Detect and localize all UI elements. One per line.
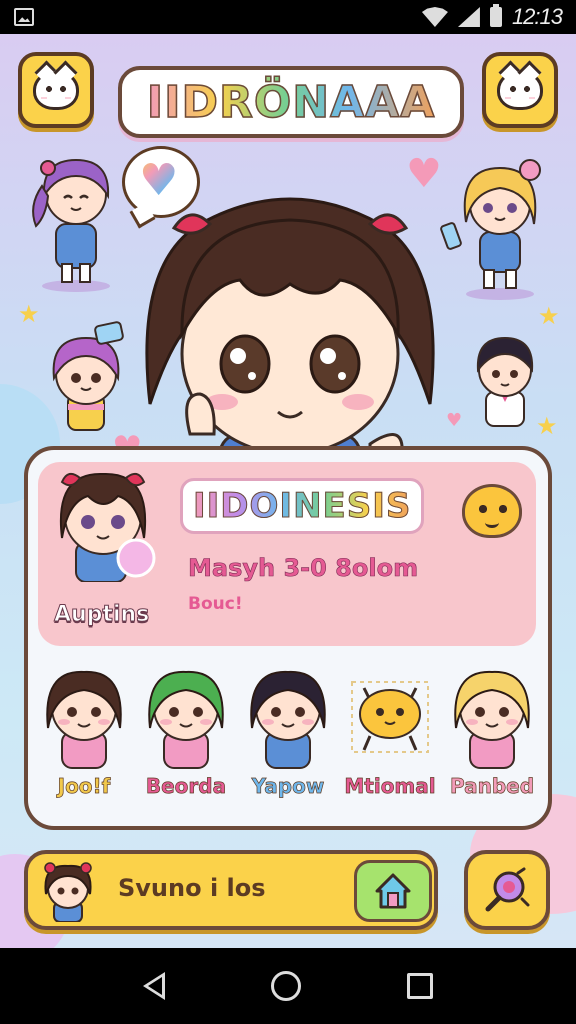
character-portrait [148,670,224,769]
bottom-bar-label: Svuno i los [118,874,266,902]
signal-icon [457,7,480,27]
home-circle-icon[interactable] [271,971,301,1001]
system-nav-bar [0,948,576,1024]
left-menu-button[interactable] [18,52,94,128]
character-blonde-phone [440,159,541,300]
character-name: Panbed [449,774,535,799]
profile-avatar[interactable] [48,462,158,582]
right-menu-button[interactable] [482,52,558,128]
character-name: Beorda [145,774,227,799]
character-dark-hair-boy [476,336,534,427]
character-purple-ponytail [32,158,110,292]
character-card[interactable]: Joo!f [34,658,134,818]
character-name: Yapow [251,774,325,799]
bottom-avatar [44,862,92,922]
character-name: Joo!f [57,774,111,799]
app-screen: IIDRÖNAAA ♥ ♥ ★ ★ ★ ♥ ♥ [0,34,576,948]
search-icon [485,867,530,912]
status-bar: 12:13 [0,0,576,34]
character-portrait [454,670,530,769]
battery-icon [489,4,502,27]
profile-subtext: Bouc! [188,594,243,614]
profile-title-box: IIDOINESIS [180,478,425,534]
character-name: Mtiomal [344,774,436,799]
search-button[interactable] [464,850,550,930]
character-portrait [351,681,429,753]
profile-title: IIDOINESIS [192,486,412,527]
avatar-label: Auptins [53,602,150,628]
recent-apps-icon[interactable] [407,973,433,999]
mascot-icon[interactable] [462,484,522,538]
character-list: Joo!f Beorda Yapow Mtiomal Panbed [34,658,542,818]
logo-text: IIDRÖNAAA [146,76,436,129]
wifi-icon [421,7,448,27]
gallery-icon [14,8,34,26]
profile-panel: Auptins IIDOINESIS Masyh 3-0 8olom Bouc!… [24,446,552,830]
app-logo: IIDRÖNAAA [118,66,464,138]
home-button[interactable] [354,860,432,922]
character-purple-hair-cap [52,321,124,431]
character-portrait [46,670,122,769]
character-card[interactable]: Panbed [442,658,542,818]
back-icon[interactable] [143,972,165,1000]
home-icon [375,873,411,909]
cat-face-icon [33,70,79,110]
bottom-action-bar[interactable]: Svuno i los [24,850,438,930]
clock: 12:13 [511,4,563,29]
character-card[interactable]: Beorda [136,658,236,818]
status-icons: 12:13 [421,4,563,30]
character-card[interactable]: Yapow [238,658,338,818]
profile-status: Masyh 3-0 8olom [188,554,419,583]
header: IIDRÖNAAA [0,48,576,138]
profile-card[interactable]: Auptins IIDOINESIS Masyh 3-0 8olom Bouc! [38,462,536,646]
cat-face-icon [497,70,543,110]
character-portrait [250,670,326,769]
character-card[interactable]: Mtiomal [340,658,440,818]
hero-character [145,197,435,484]
